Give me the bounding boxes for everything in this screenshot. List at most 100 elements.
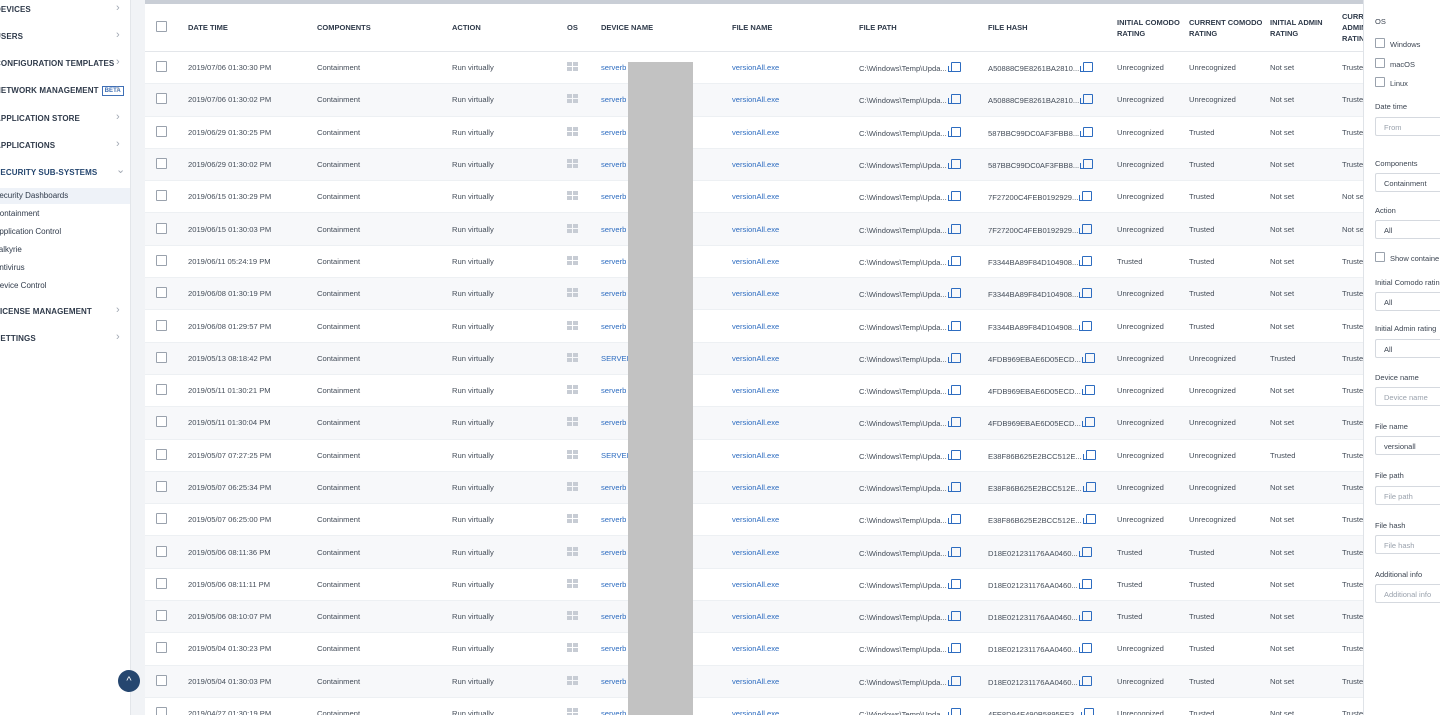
column-header-file-hash[interactable]: FILE HASH bbox=[988, 4, 1117, 52]
row-checkbox[interactable] bbox=[156, 351, 167, 363]
sidebar-subitem-device-control[interactable]: Device Control bbox=[0, 278, 130, 294]
device-name-link[interactable]: serverb bbox=[601, 95, 626, 104]
checkbox[interactable] bbox=[1375, 77, 1385, 87]
table-row[interactable]: 2019/06/08 01:29:57 PM Containment Run vir… bbox=[145, 309, 1363, 343]
additional-info-input[interactable]: Additional info bbox=[1375, 584, 1440, 603]
file-name-link[interactable]: versionAll.exe bbox=[732, 580, 779, 589]
row-checkbox[interactable] bbox=[156, 610, 167, 622]
file-name-link[interactable]: versionAll.exe bbox=[732, 192, 779, 201]
row-checkbox[interactable] bbox=[156, 513, 167, 525]
initial-comodo-select[interactable]: All bbox=[1375, 292, 1440, 311]
device-name-link[interactable]: serverb bbox=[601, 677, 626, 686]
sidebar-item-applications[interactable]: APPLICATIONS › bbox=[0, 136, 130, 156]
row-checkbox[interactable] bbox=[156, 287, 167, 299]
device-name-link[interactable]: serverb bbox=[601, 289, 626, 298]
table-row[interactable]: 2019/05/06 08:11:11 PM Containment Run vir… bbox=[145, 568, 1363, 602]
sidebar-item-license-management[interactable]: LICENSE MANAGEMENT › bbox=[0, 302, 130, 322]
device-name-link[interactable]: serverb bbox=[601, 386, 626, 395]
file-hash-input[interactable]: File hash bbox=[1375, 535, 1440, 554]
row-checkbox[interactable] bbox=[156, 222, 167, 234]
copy-icon[interactable] bbox=[947, 482, 961, 492]
device-name-link[interactable]: serverb bbox=[601, 580, 626, 589]
copy-icon[interactable] bbox=[1079, 191, 1093, 202]
column-header-initial-comodo-rating[interactable]: INITIAL COMODO RATING bbox=[1117, 4, 1189, 52]
checkbox[interactable] bbox=[1375, 58, 1385, 68]
device-name-link[interactable]: SERVEI bbox=[601, 451, 629, 460]
row-checkbox[interactable] bbox=[156, 158, 167, 170]
row-checkbox[interactable] bbox=[156, 545, 167, 557]
copy-icon[interactable] bbox=[947, 708, 961, 715]
file-name-link[interactable]: versionAll.exe bbox=[732, 128, 779, 137]
copy-icon[interactable] bbox=[1082, 482, 1096, 492]
action-select[interactable]: All bbox=[1375, 220, 1440, 239]
column-header-os[interactable]: OS bbox=[567, 4, 601, 52]
copy-icon[interactable] bbox=[1078, 578, 1092, 589]
copy-icon[interactable] bbox=[1082, 514, 1096, 525]
copy-icon[interactable] bbox=[947, 449, 961, 460]
sidebar-subitem-security-dashboards[interactable]: Security Dashboards bbox=[0, 188, 130, 204]
file-name-link[interactable]: versionAll.exe bbox=[732, 160, 779, 169]
sidebar-subitem-antivirus[interactable]: Antivirus bbox=[0, 260, 130, 276]
table-row[interactable]: 2019/06/29 01:30:25 PM Containment Run vir… bbox=[145, 116, 1363, 149]
show-contained-checkbox[interactable]: Show containe bbox=[1375, 252, 1439, 263]
sidebar-item-devices[interactable]: DEVICES › bbox=[0, 0, 130, 20]
copy-icon[interactable] bbox=[1081, 708, 1095, 715]
row-checkbox[interactable] bbox=[156, 416, 167, 428]
table-row[interactable]: 2019/05/07 06:25:34 PM Containment Run vir… bbox=[145, 471, 1363, 505]
column-header-current-comodo-rating[interactable]: CURRENT COMODO RATING bbox=[1189, 4, 1270, 52]
table-row[interactable]: 2019/05/11 01:30:04 PM Containment Run vir… bbox=[145, 406, 1363, 440]
device-name-link[interactable]: serverb bbox=[601, 515, 626, 524]
table-row[interactable]: 2019/06/15 01:30:29 PM Containment Run vir… bbox=[145, 180, 1363, 214]
file-name-link[interactable]: versionAll.exe bbox=[732, 289, 779, 298]
table-row[interactable]: 2019/07/06 01:30:02 PM Containment Run vir… bbox=[145, 83, 1363, 117]
file-name-link[interactable]: versionAll.exe bbox=[732, 257, 779, 266]
column-header-current-admin-rating[interactable]: CURRENT ADMIN RATING bbox=[1342, 4, 1363, 52]
file-name-link[interactable]: versionAll.exe bbox=[732, 677, 779, 686]
file-name-input[interactable]: versionall bbox=[1375, 436, 1440, 455]
sidebar-subitem-containment[interactable]: Containment bbox=[0, 206, 130, 222]
copy-icon[interactable] bbox=[1079, 255, 1093, 266]
copy-icon[interactable] bbox=[1080, 126, 1094, 137]
row-checkbox[interactable] bbox=[156, 61, 167, 73]
file-name-link[interactable]: versionAll.exe bbox=[732, 644, 779, 653]
copy-icon[interactable] bbox=[947, 126, 961, 137]
copy-icon[interactable] bbox=[1078, 643, 1092, 654]
copy-icon[interactable] bbox=[947, 643, 961, 654]
copy-icon[interactable] bbox=[947, 191, 961, 202]
device-name-link[interactable]: serverb bbox=[601, 644, 626, 653]
file-name-link[interactable]: versionAll.exe bbox=[732, 63, 779, 72]
file-path-input[interactable]: File path bbox=[1375, 486, 1440, 505]
table-row[interactable]: 2019/05/06 08:10:07 PM Containment Run vir… bbox=[145, 600, 1363, 634]
checkbox[interactable] bbox=[1375, 38, 1385, 48]
device-name-link[interactable]: serverb bbox=[601, 418, 626, 427]
copy-icon[interactable] bbox=[947, 352, 961, 363]
copy-icon[interactable] bbox=[947, 385, 961, 396]
file-name-link[interactable]: versionAll.exe bbox=[732, 515, 779, 524]
table-row[interactable]: 2019/06/11 05:24:19 PM Containment Run vir… bbox=[145, 245, 1363, 279]
column-header-date-time[interactable]: DATE TIME bbox=[188, 4, 317, 52]
file-name-link[interactable]: versionAll.exe bbox=[732, 386, 779, 395]
initial-admin-select[interactable]: All bbox=[1375, 339, 1440, 358]
copy-icon[interactable] bbox=[947, 223, 961, 234]
column-header-device-name[interactable]: DEVICE NAME bbox=[601, 4, 732, 52]
filter-os-macos[interactable]: macOS bbox=[1375, 58, 1415, 69]
row-checkbox[interactable] bbox=[156, 577, 167, 589]
file-name-link[interactable]: versionAll.exe bbox=[732, 612, 779, 621]
table-row[interactable]: 2019/05/13 08:18:42 PM Containment Run vir… bbox=[145, 342, 1363, 375]
copy-icon[interactable] bbox=[947, 417, 961, 428]
copy-icon[interactable] bbox=[947, 578, 961, 589]
file-name-link[interactable]: versionAll.exe bbox=[732, 451, 779, 460]
copy-icon[interactable] bbox=[947, 611, 961, 622]
copy-icon[interactable] bbox=[947, 288, 961, 299]
column-header-components[interactable]: COMPONENTS bbox=[317, 4, 452, 52]
copy-icon[interactable] bbox=[1080, 94, 1094, 105]
row-checkbox[interactable] bbox=[156, 674, 167, 686]
copy-icon[interactable] bbox=[947, 255, 961, 266]
table-row[interactable]: 2019/05/04 01:30:03 PM Containment Run vir… bbox=[145, 665, 1363, 698]
checkbox[interactable] bbox=[1375, 252, 1385, 262]
filter-os-linux[interactable]: Linux bbox=[1375, 77, 1408, 88]
sidebar-subitem-valkyrie[interactable]: Valkyrie bbox=[0, 242, 130, 258]
column-header-initial-admin-rating[interactable]: INITIAL ADMIN RATING bbox=[1270, 4, 1342, 52]
select-all-checkbox[interactable] bbox=[156, 20, 167, 32]
copy-icon[interactable] bbox=[1080, 159, 1094, 170]
